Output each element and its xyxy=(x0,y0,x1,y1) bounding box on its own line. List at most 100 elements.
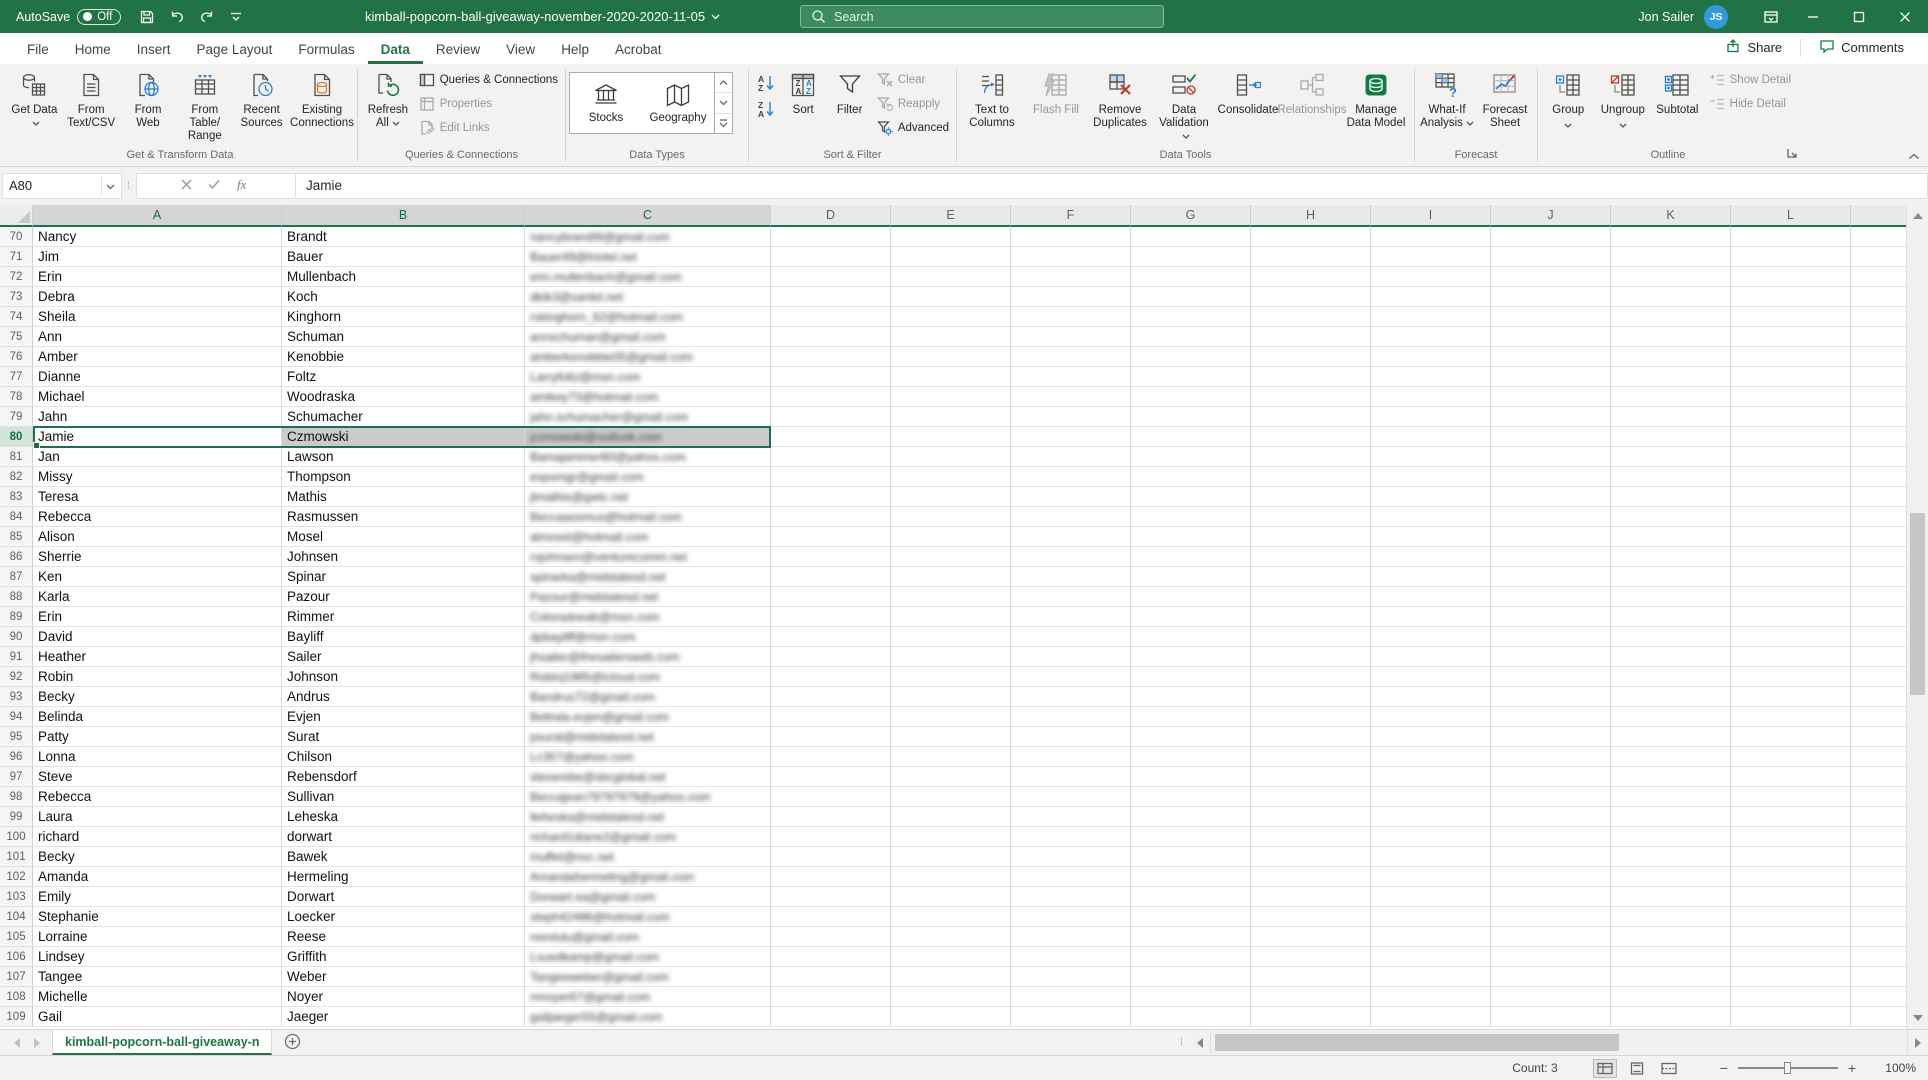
cell-a98[interactable]: Rebecca xyxy=(33,787,282,807)
cell-e83[interactable] xyxy=(891,487,1011,507)
cell-c103[interactable]: Dorwart.ea@gmail.com xyxy=(525,887,771,907)
cell-c90[interactable]: dpbayliff@msn.com xyxy=(525,627,771,647)
insert-function-icon[interactable]: fx xyxy=(235,177,253,194)
cell-h99[interactable] xyxy=(1251,807,1371,827)
cell-l89[interactable] xyxy=(1731,607,1851,627)
cell-h94[interactable] xyxy=(1251,707,1371,727)
cell-e88[interactable] xyxy=(891,587,1011,607)
cell-k78[interactable] xyxy=(1611,387,1731,407)
cell-l80[interactable] xyxy=(1731,427,1851,447)
cell-k98[interactable] xyxy=(1611,787,1731,807)
cell-i78[interactable] xyxy=(1371,387,1491,407)
cell-k94[interactable] xyxy=(1611,707,1731,727)
cell-c106[interactable]: Lsuedkamp@gmail.com xyxy=(525,947,771,967)
group-button[interactable]: Group xyxy=(1541,66,1596,146)
cell-g93[interactable] xyxy=(1131,687,1251,707)
cell-c84[interactable]: Beccaassmus@hotmail.com xyxy=(525,507,771,527)
ribbon-display-options-icon[interactable] xyxy=(1752,0,1790,33)
row-header-109[interactable]: 109 xyxy=(0,1007,33,1027)
cell-j77[interactable] xyxy=(1491,367,1611,387)
row-header-108[interactable]: 108 xyxy=(0,987,33,1007)
column-header-j[interactable]: J xyxy=(1491,205,1611,227)
cell-i79[interactable] xyxy=(1371,407,1491,427)
cell-j80[interactable] xyxy=(1491,427,1611,447)
cell-f78[interactable] xyxy=(1011,387,1131,407)
cell-c70[interactable]: nancybrandt9@gmail.com xyxy=(525,227,771,247)
cell-f93[interactable] xyxy=(1011,687,1131,707)
row-header-72[interactable]: 72 xyxy=(0,267,33,287)
row-header-105[interactable]: 105 xyxy=(0,927,33,947)
cell-a81[interactable]: Jan xyxy=(33,447,282,467)
gallery-scroll-down[interactable] xyxy=(715,93,732,113)
cell-e71[interactable] xyxy=(891,247,1011,267)
cell-a97[interactable]: Steve xyxy=(33,767,282,787)
cell-j89[interactable] xyxy=(1491,607,1611,627)
cell-c85[interactable]: almosel@hotmail.com xyxy=(525,527,771,547)
row-header-78[interactable]: 78 xyxy=(0,387,33,407)
cell-k97[interactable] xyxy=(1611,767,1731,787)
cell-i108[interactable] xyxy=(1371,987,1491,1007)
cell-j73[interactable] xyxy=(1491,287,1611,307)
ribbon-tab-formulas[interactable]: Formulas xyxy=(285,36,367,64)
cell-f97[interactable] xyxy=(1011,767,1131,787)
cell-i99[interactable] xyxy=(1371,807,1491,827)
what-if-analysis-button[interactable]: ?What-If Analysis xyxy=(1418,66,1476,146)
edit-links-button[interactable]: Edit Links xyxy=(415,116,562,140)
cell-i92[interactable] xyxy=(1371,667,1491,687)
cell-a82[interactable]: Missy xyxy=(33,467,282,487)
cell-h82[interactable] xyxy=(1251,467,1371,487)
row-header-93[interactable]: 93 xyxy=(0,687,33,707)
cell-g83[interactable] xyxy=(1131,487,1251,507)
cell-g85[interactable] xyxy=(1131,527,1251,547)
cell-c81[interactable]: Bamajammer60@yahoo.com xyxy=(525,447,771,467)
cell-j106[interactable] xyxy=(1491,947,1611,967)
cell-j85[interactable] xyxy=(1491,527,1611,547)
cell-h108[interactable] xyxy=(1251,987,1371,1007)
cell-i87[interactable] xyxy=(1371,567,1491,587)
cell-i88[interactable] xyxy=(1371,587,1491,607)
cell-b80[interactable]: Czmowski xyxy=(282,427,525,447)
cell-e108[interactable] xyxy=(891,987,1011,1007)
cell-a71[interactable]: Jim xyxy=(33,247,282,267)
cell-b87[interactable]: Spinar xyxy=(282,567,525,587)
cell-l84[interactable] xyxy=(1731,507,1851,527)
column-header-a[interactable]: A xyxy=(33,205,282,227)
cell-h103[interactable] xyxy=(1251,887,1371,907)
cell-g107[interactable] xyxy=(1131,967,1251,987)
existing-connections-button[interactable]: Existing Connections xyxy=(290,66,354,146)
cell-h84[interactable] xyxy=(1251,507,1371,527)
cell-j100[interactable] xyxy=(1491,827,1611,847)
cell-d108[interactable] xyxy=(771,987,891,1007)
cell-j83[interactable] xyxy=(1491,487,1611,507)
get-data-button[interactable]: Get Data xyxy=(6,66,63,146)
vertical-scrollbar[interactable] xyxy=(1906,205,1928,1029)
cell-i80[interactable] xyxy=(1371,427,1491,447)
cell-j90[interactable] xyxy=(1491,627,1611,647)
column-header-i[interactable]: I xyxy=(1371,205,1491,227)
sort-asc-button[interactable]: AZ xyxy=(754,72,778,94)
cell-k107[interactable] xyxy=(1611,967,1731,987)
ribbon-tab-view[interactable]: View xyxy=(493,36,548,64)
cell-d94[interactable] xyxy=(771,707,891,727)
cell-k93[interactable] xyxy=(1611,687,1731,707)
cell-f100[interactable] xyxy=(1011,827,1131,847)
row-header-76[interactable]: 76 xyxy=(0,347,33,367)
cell-i109[interactable] xyxy=(1371,1007,1491,1027)
cell-e79[interactable] xyxy=(891,407,1011,427)
cell-a86[interactable]: Sherrie xyxy=(33,547,282,567)
cell-f101[interactable] xyxy=(1011,847,1131,867)
cell-d73[interactable] xyxy=(771,287,891,307)
close-button[interactable] xyxy=(1882,0,1928,33)
cell-c82[interactable]: expomgr@gmail.com xyxy=(525,467,771,487)
cell-g106[interactable] xyxy=(1131,947,1251,967)
column-header-d[interactable]: D xyxy=(771,205,891,227)
row-header-70[interactable]: 70 xyxy=(0,227,33,247)
cell-e89[interactable] xyxy=(891,607,1011,627)
cell-i71[interactable] xyxy=(1371,247,1491,267)
cell-j107[interactable] xyxy=(1491,967,1611,987)
column-header-k[interactable]: K xyxy=(1611,205,1731,227)
collapse-ribbon-icon[interactable] xyxy=(1908,148,1920,163)
cell-d76[interactable] xyxy=(771,347,891,367)
cell-l83[interactable] xyxy=(1731,487,1851,507)
cell-g82[interactable] xyxy=(1131,467,1251,487)
